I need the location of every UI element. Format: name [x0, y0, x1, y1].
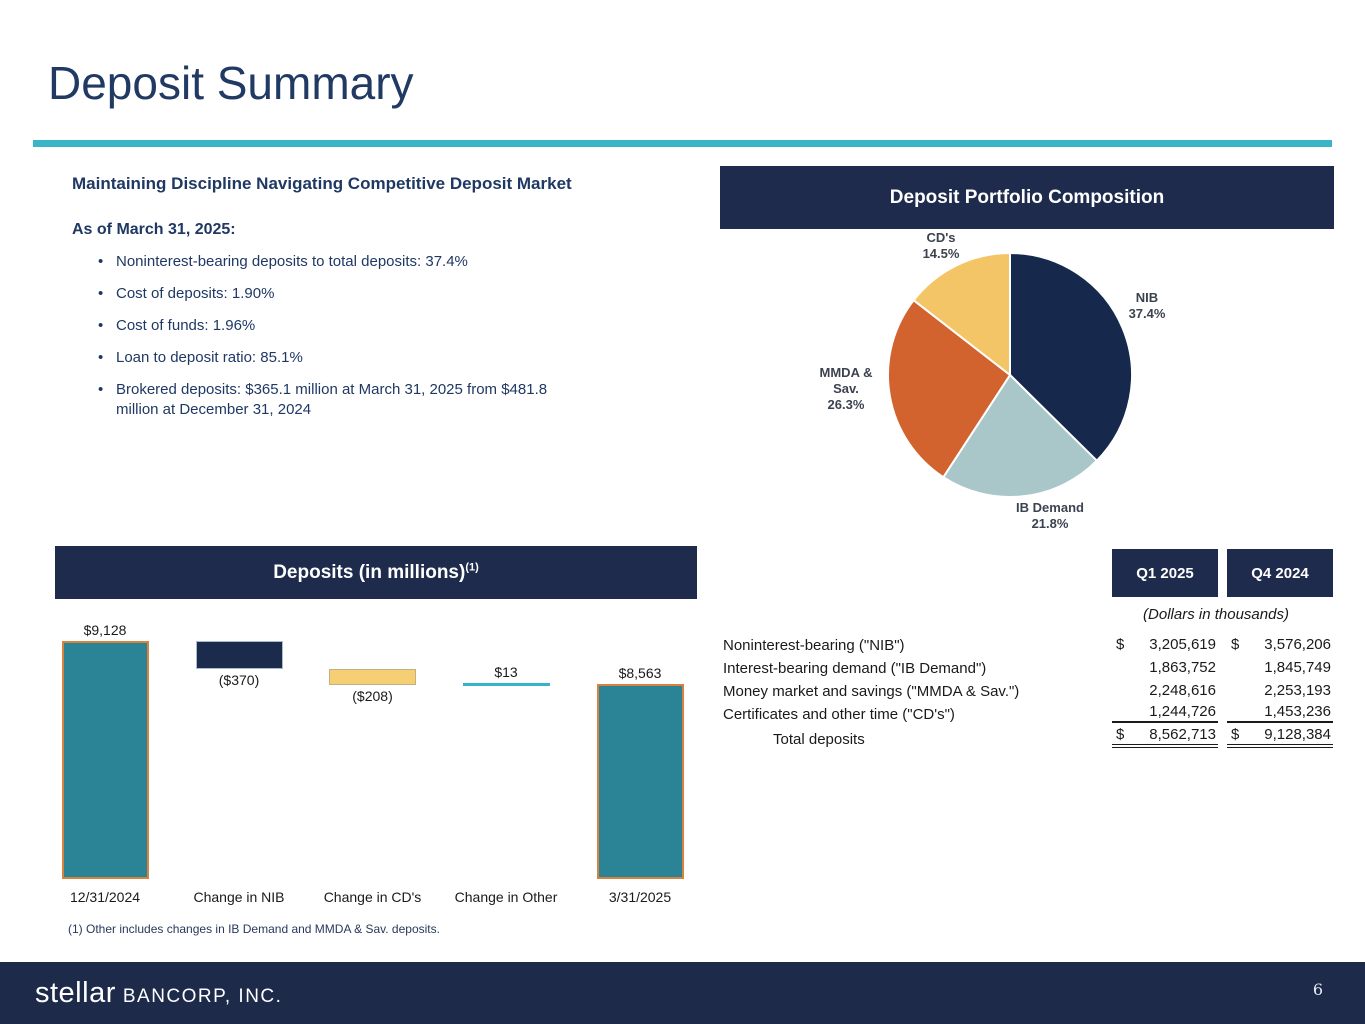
waterfall-value-label: $8,563: [619, 665, 662, 681]
table-row: Money market and savings ("MMDA & Sav.")…: [723, 677, 1333, 700]
dollar-sign: $: [1116, 726, 1124, 743]
pie-label-nib: NIB37.4%: [1129, 290, 1166, 322]
table-row: Noninterest-bearing ("NIB")$3,205,619$3,…: [723, 631, 1333, 654]
waterfall-category-label: Change in CD's: [324, 889, 422, 905]
waterfall-value-label: $9,128: [84, 622, 127, 638]
table-cell: $8,562,713: [1112, 726, 1218, 748]
left-panel-bullet-list: Noninterest-bearing deposits to total de…: [96, 252, 596, 432]
dollar-sign: $: [1231, 726, 1239, 743]
cell-value: 8,562,713: [1149, 726, 1216, 743]
footer-bar: stellar BANCORP, INC. 6: [0, 962, 1365, 1024]
pie-label-mmda-sav-: MMDA &Sav.26.3%: [820, 365, 873, 413]
waterfall-category-label: Change in Other: [455, 889, 558, 905]
waterfall-panel-header: Deposits (in millions)(1): [55, 546, 697, 599]
cell-value: 2,248,616: [1149, 682, 1216, 699]
table-column-header-q4-2024: Q4 2024: [1227, 549, 1333, 597]
table-cell: $9,128,384: [1227, 726, 1333, 748]
deposits-table: Noninterest-bearing ("NIB")$3,205,619$3,…: [723, 631, 1333, 748]
cell-value: 3,205,619: [1149, 636, 1216, 653]
table-cell: 2,248,616: [1112, 682, 1218, 700]
table-units-note: (Dollars in thousands): [1090, 606, 1342, 623]
row-label: Certificates and other time ("CD's"): [723, 706, 1112, 723]
cell-value: 1,453,236: [1264, 703, 1331, 720]
pie-panel-title: Deposit Portfolio Composition: [890, 187, 1164, 209]
waterfall-value-label: $13: [494, 664, 517, 680]
table-cell: 1,863,752: [1112, 659, 1218, 677]
waterfall-value-label: ($208): [352, 688, 392, 704]
stellar-bancorp-logo: stellar BANCORP, INC.: [35, 977, 282, 1010]
table-row: Total deposits$8,562,713$9,128,384: [723, 725, 1333, 748]
cell-value: 1,244,726: [1149, 703, 1216, 720]
title-divider-rule: [33, 140, 1332, 147]
waterfall-bar-12-31-2024: [62, 641, 149, 879]
pie-label-cd-s: CD's14.5%: [923, 230, 960, 262]
row-label: Money market and savings ("MMDA & Sav."): [723, 683, 1112, 700]
footnote-marker: (1): [465, 561, 478, 573]
bullet-item: Brokered deposits: $365.1 million at Mar…: [96, 380, 586, 420]
table-cell: $3,205,619: [1112, 636, 1218, 654]
table-cell: $3,576,206: [1227, 636, 1333, 654]
dollar-sign: $: [1116, 636, 1124, 653]
pie-label-ib-demand: IB Demand21.8%: [1016, 500, 1084, 532]
bullet-item: Cost of deposits: 1.90%: [96, 284, 596, 304]
cell-value: 2,253,193: [1264, 682, 1331, 699]
table-row: Certificates and other time ("CD's") 1,24…: [723, 700, 1333, 723]
waterfall-category-label: 3/31/2025: [609, 889, 671, 905]
page-title: Deposit Summary: [48, 56, 414, 110]
cell-value: 1,845,749: [1264, 659, 1331, 676]
waterfall-category-label: 12/31/2024: [70, 889, 140, 905]
waterfall-bar-change-in-other: [463, 683, 550, 686]
table-cell: 1,845,749: [1227, 659, 1333, 677]
cell-value: 3,576,206: [1264, 636, 1331, 653]
row-label: Interest-bearing demand ("IB Demand"): [723, 660, 1112, 677]
bullet-item: Cost of funds: 1.96%: [96, 316, 596, 336]
bullet-item: Noninterest-bearing deposits to total de…: [96, 252, 596, 272]
left-panel-subheading: As of March 31, 2025:: [72, 221, 236, 239]
table-cell: 2,253,193: [1227, 682, 1333, 700]
left-panel-heading: Maintaining Discipline Navigating Compet…: [72, 174, 572, 194]
waterfall-value-label: ($370): [219, 672, 259, 688]
page-number: 6: [1313, 980, 1323, 999]
row-label: Total deposits: [723, 731, 1112, 748]
bullet-item: Loan to deposit ratio: 85.1%: [96, 348, 596, 368]
dollar-sign: $: [1231, 636, 1239, 653]
waterfall-bar-change-in-nib: [196, 641, 283, 669]
row-label: Noninterest-bearing ("NIB"): [723, 637, 1112, 654]
slide: Deposit Summary Maintaining Discipline N…: [0, 0, 1365, 1024]
table-row: Interest-bearing demand ("IB Demand") 1,8…: [723, 654, 1333, 677]
table-cell: 1,453,236: [1227, 703, 1333, 723]
waterfall-panel-title: Deposits (in millions)(1): [273, 562, 479, 584]
waterfall-bar-3-31-2025: [597, 684, 684, 879]
waterfall-bar-change-in-cd-s: [329, 669, 416, 685]
chart-footnote: (1) Other includes changes in IB Demand …: [68, 922, 440, 936]
deposits-waterfall-chart: $9,128 12/31/2024 ($370) Change in NIB ($208…: [55, 600, 697, 912]
logo-wordmark: stellar: [35, 977, 116, 1010]
waterfall-category-label: Change in NIB: [193, 889, 284, 905]
pie-panel-header: Deposit Portfolio Composition: [720, 166, 1334, 229]
cell-value: 9,128,384: [1264, 726, 1331, 743]
cell-value: 1,863,752: [1149, 659, 1216, 676]
deposit-composition-pie-chart: [860, 225, 1160, 525]
table-column-header-q1-2025: Q1 2025: [1112, 549, 1218, 597]
logo-suffix: BANCORP, INC.: [123, 986, 283, 1008]
table-cell: 1,244,726: [1112, 703, 1218, 723]
